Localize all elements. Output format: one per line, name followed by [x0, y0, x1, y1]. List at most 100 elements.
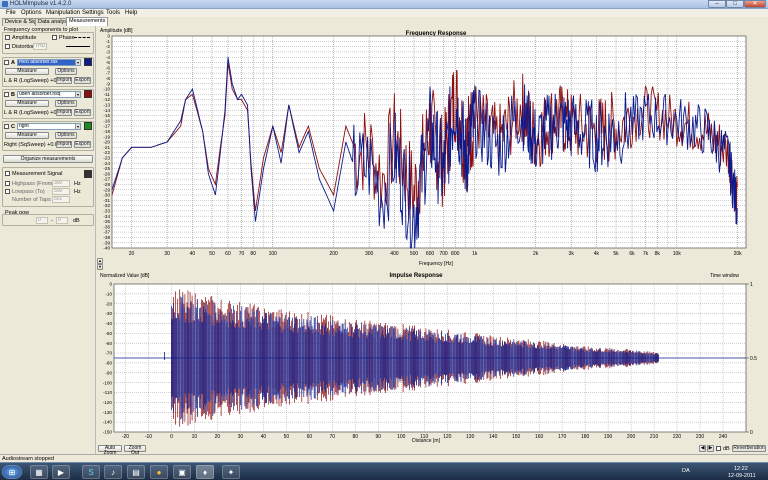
freq-x-tick-label: 40	[190, 251, 196, 257]
taskbar-skype-icon[interactable]: S	[82, 465, 100, 479]
scroll-right-button[interactable]: ▶	[707, 445, 714, 452]
taskbar-explorer-icon[interactable]: ▦	[30, 465, 48, 479]
measurement-a-name: med absorber.fax	[19, 59, 58, 65]
peak-to-input[interactable]: 0	[56, 217, 68, 224]
measurement-a-export-button[interactable]: Export	[74, 77, 91, 84]
measurement-a-name-select[interactable]: med absorber.fax ▾	[17, 59, 81, 66]
taskbar-tool-icon[interactable]: ✦	[222, 465, 240, 479]
measurement-b-options-button[interactable]: Options	[55, 100, 77, 107]
menu-help[interactable]: Help	[125, 10, 137, 16]
measurement-b-measure-button[interactable]: Measure	[5, 100, 49, 107]
taskbar-folder-icon[interactable]: ▤	[127, 465, 145, 479]
measurement-c-options-button[interactable]: Options	[55, 132, 77, 139]
freq-y-tick-label: -18	[103, 129, 110, 134]
taskbar-winamp-icon[interactable]: ♪	[104, 465, 122, 479]
measurement-c-export-button[interactable]: Export	[74, 141, 91, 148]
distortion-select[interactable]: THD	[33, 43, 47, 50]
distortion-checkbox[interactable]	[5, 44, 10, 49]
taskbar-media-icon[interactable]: ▶	[52, 465, 70, 479]
distortion-label: Distortion	[12, 44, 36, 50]
peak-unit: dB	[73, 218, 80, 224]
minimize-button[interactable]: –	[708, 0, 726, 8]
freq-x-tick-label: 400	[390, 251, 399, 257]
highpass-input[interactable]: 300	[52, 180, 70, 187]
db-label: dB	[723, 446, 730, 452]
freq-y-tick-label: -35	[103, 219, 110, 224]
measurement-a-import-button[interactable]: Import	[56, 77, 72, 84]
freq-y-tick-label: -3	[106, 50, 111, 55]
reverberation-button[interactable]: Reverberation	[732, 445, 766, 452]
phase-checkbox[interactable]	[52, 35, 57, 40]
freq-x-tick-label: 2k	[533, 251, 539, 257]
highpass-label: Highpass (Fnom)	[12, 181, 55, 187]
organize-measurements-button[interactable]: Organize measurements	[3, 155, 93, 163]
menu-settings[interactable]: Settings	[82, 10, 104, 16]
freq-y-tick-label: -23	[103, 156, 110, 161]
tab-measurements[interactable]: Measurements	[66, 17, 109, 26]
taskbar-holmimpulse-icon[interactable]: ♦	[196, 465, 214, 479]
db-checkbox[interactable]	[716, 446, 721, 451]
freq-y-tick-label: -12	[103, 97, 110, 102]
lowpass-input[interactable]: 500	[52, 188, 70, 195]
peak-from-input[interactable]: 0	[36, 217, 48, 224]
measurement-a-color-swatch[interactable]	[84, 58, 92, 66]
measurement-a-options-button[interactable]: Options	[55, 68, 77, 75]
measurement-signal-color-swatch[interactable]	[84, 170, 92, 178]
tray-date: 12-09-2011	[728, 473, 756, 479]
imp-y-tick-label: -10	[105, 291, 112, 296]
tab-bar: Device & Signal Data analysis Measuremen…	[0, 17, 768, 26]
menu-bar: File Options Manipulation Settings Tools…	[0, 9, 768, 17]
measurement-b-checkbox[interactable]	[4, 92, 9, 97]
freq-y-tick-label: -31	[103, 198, 110, 203]
auto-zoom-button[interactable]: Auto Zoom	[98, 445, 122, 456]
measurement-b-export-button[interactable]: Export	[74, 109, 91, 116]
menu-file[interactable]: File	[6, 10, 16, 16]
taps-input[interactable]: 501	[52, 196, 70, 203]
measurement-c-checkbox[interactable]	[4, 124, 9, 129]
imp-y-tick-label: -30	[105, 311, 112, 316]
amplitude-checkbox[interactable]	[5, 35, 10, 40]
measurement-c-import-button[interactable]: Import	[56, 141, 72, 148]
freq-y-tick-label: -19	[103, 134, 110, 139]
menu-manipulation[interactable]: Manipulation	[46, 10, 80, 16]
measurement-b-color-swatch[interactable]	[84, 90, 92, 98]
distortion-line-style	[66, 46, 90, 47]
menu-options[interactable]: Options	[21, 10, 42, 16]
time-window-tick-label: 0.5	[750, 356, 757, 362]
menu-tools[interactable]: Tools	[106, 10, 120, 16]
imp-x-tick-label: 180	[581, 434, 590, 440]
imp-x-tick-label: 20	[215, 434, 221, 440]
imp-y-tick-label: -40	[105, 321, 112, 326]
freq-x-tick-label: 50	[209, 251, 215, 257]
taskbar-chrome-icon[interactable]: ●	[150, 465, 168, 479]
freq-x-tick-label: 200	[329, 251, 338, 257]
freq-x-tick-label: 500	[410, 251, 419, 257]
measurement-c-name-select[interactable]: right ▾	[17, 123, 81, 130]
taskbar-app-icon[interactable]: ▣	[173, 465, 191, 479]
measurement-signal-checkbox[interactable]	[5, 171, 10, 176]
highpass-unit: Hz	[74, 181, 81, 187]
freq-y-tick-label: -2	[106, 44, 111, 49]
title-bar: HOLMImpulse v1.4.2.0 – □ ✕	[0, 0, 768, 9]
imp-x-tick-label: 210	[650, 434, 659, 440]
lowpass-checkbox[interactable]	[5, 189, 10, 194]
measurement-b-import-button[interactable]: Import	[56, 109, 72, 116]
imp-y-tick-label: -120	[103, 400, 113, 405]
measurement-c-color-swatch[interactable]	[84, 122, 92, 130]
highpass-checkbox[interactable]	[5, 181, 10, 186]
measurement-a-measure-button[interactable]: Measure	[5, 68, 49, 75]
measurement-a-checkbox[interactable]	[4, 60, 9, 65]
measurement-c-measure-button[interactable]: Measure	[5, 132, 49, 139]
zoom-out-button[interactable]: Zoom Out	[124, 445, 146, 456]
measurement-b-name-select[interactable]: uden absorber.hsq ▾	[17, 91, 81, 98]
imp-x-tick-label: 10	[192, 434, 198, 440]
imp-x-tick-label: 150	[512, 434, 521, 440]
maximize-button[interactable]: □	[726, 0, 744, 8]
scroll-left-button[interactable]: ◀	[699, 445, 706, 452]
imp-y-tick-label: 0	[109, 282, 112, 287]
start-button[interactable]: ⊞	[2, 465, 22, 479]
imp-y-tick-label: -60	[105, 341, 112, 346]
imp-y-tick-label: -150	[103, 430, 113, 435]
freq-y-tick-label: -30	[103, 193, 110, 198]
close-button[interactable]: ✕	[744, 0, 766, 8]
